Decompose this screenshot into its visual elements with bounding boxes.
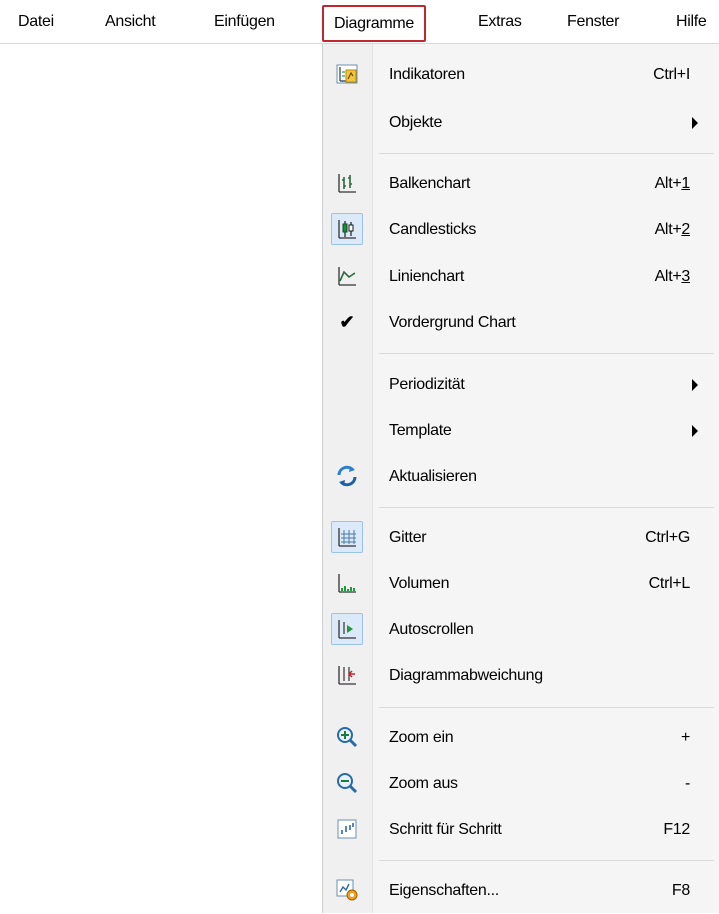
menu-item-shortcut: Alt+3 xyxy=(654,268,691,285)
zoom-out-icon xyxy=(331,767,363,799)
menu-item-label: Zoom aus xyxy=(389,775,458,792)
menu-separator xyxy=(379,860,714,861)
menu-ansicht[interactable]: Ansicht xyxy=(105,0,156,44)
menu-item-vordergrund-chart[interactable]: ✔ Vordergrund Chart xyxy=(323,300,719,346)
grid-icon xyxy=(331,521,363,553)
menu-item-label: Zoom ein xyxy=(389,729,454,746)
menu-item-label: Gitter xyxy=(389,529,427,546)
menu-item-label: Volumen xyxy=(389,575,450,592)
autoscroll-icon xyxy=(331,613,363,645)
menu-item-label: Schritt für Schritt xyxy=(389,821,502,838)
menu-item-shortcut: F12 xyxy=(663,821,690,838)
checkmark-icon: ✔ xyxy=(339,311,355,332)
refresh-icon xyxy=(331,460,363,492)
menu-item-label: Candlesticks xyxy=(389,221,477,238)
submenu-arrow-icon xyxy=(692,117,698,129)
menu-diagramme[interactable]: Diagramme xyxy=(322,5,426,42)
menu-item-shortcut: Alt+1 xyxy=(654,175,691,192)
menu-einfuegen[interactable]: Einfügen xyxy=(214,0,275,44)
candlesticks-icon xyxy=(331,213,363,245)
chart-shift-icon xyxy=(331,659,363,691)
menu-item-label: Diagrammabweichung xyxy=(389,667,543,684)
submenu-arrow-icon xyxy=(692,425,698,437)
menu-item-schritt-fuer-schritt[interactable]: Schritt für Schritt F12 xyxy=(323,807,719,853)
menu-item-shortcut: + xyxy=(680,729,690,746)
menu-item-label: Linienchart xyxy=(389,268,464,285)
menu-item-shortcut: Ctrl+G xyxy=(645,529,690,546)
menu-datei[interactable]: Datei xyxy=(18,0,54,44)
bar-chart-icon xyxy=(331,167,363,199)
menu-item-shortcut: Alt+2 xyxy=(654,221,691,238)
menu-extras[interactable]: Extras xyxy=(478,0,522,44)
menu-item-shortcut: F8 xyxy=(671,882,690,899)
menu-item-eigenschaften[interactable]: Eigenschaften... F8 xyxy=(323,868,719,914)
menu-item-candlesticks[interactable]: Candlesticks Alt+2 xyxy=(323,207,719,253)
menu-separator xyxy=(379,707,714,708)
menu-item-indikatoren[interactable]: Indikatoren Ctrl+I xyxy=(323,52,719,98)
step-by-step-icon xyxy=(331,813,363,845)
menu-item-balkenchart[interactable]: Balkenchart Alt+1 xyxy=(323,161,719,207)
menu-item-linienchart[interactable]: Linienchart Alt+3 xyxy=(323,254,719,300)
menu-item-label: Template xyxy=(389,422,452,439)
menu-fenster[interactable]: Fenster xyxy=(567,0,619,44)
menu-item-gitter[interactable]: Gitter Ctrl+G xyxy=(323,515,719,561)
menu-item-diagrammabweichung[interactable]: Diagrammabweichung xyxy=(323,653,719,699)
menu-hilfe[interactable]: Hilfe xyxy=(676,0,707,44)
menu-item-zoom-aus[interactable]: Zoom aus - xyxy=(323,761,719,807)
menu-item-volumen[interactable]: Volumen Ctrl+L xyxy=(323,561,719,607)
menu-item-autoscrollen[interactable]: Autoscrollen xyxy=(323,607,719,653)
menu-bar: Datei Ansicht Einfügen Diagramme Extras … xyxy=(0,0,719,44)
menu-separator xyxy=(379,353,714,354)
menu-item-label: Balkenchart xyxy=(389,175,471,192)
menu-item-label: Objekte xyxy=(389,114,443,131)
menu-item-label: Indikatoren xyxy=(389,66,465,83)
volume-icon xyxy=(331,567,363,599)
line-chart-icon xyxy=(331,260,363,292)
menu-item-label: Eigenschaften... xyxy=(389,882,499,899)
menu-item-objekte[interactable]: Objekte xyxy=(323,100,719,146)
menu-item-aktualisieren[interactable]: Aktualisieren xyxy=(323,454,719,500)
menu-item-label: Periodizität xyxy=(389,376,465,393)
zoom-in-icon xyxy=(331,721,363,753)
properties-icon xyxy=(331,874,363,906)
menu-item-periodizitaet[interactable]: Periodizität xyxy=(323,362,719,408)
menu-separator xyxy=(379,507,714,508)
menu-item-label: Autoscrollen xyxy=(389,621,474,638)
menu-item-label: Aktualisieren xyxy=(389,468,477,485)
menu-item-shortcut: - xyxy=(684,775,690,792)
menu-item-shortcut: Ctrl+I xyxy=(653,66,690,83)
submenu-arrow-icon xyxy=(692,379,698,391)
indicators-icon xyxy=(331,58,363,90)
diagramme-dropdown-menu: Indikatoren Ctrl+I Objekte Balkenchart A… xyxy=(322,44,719,913)
menu-item-shortcut: Ctrl+L xyxy=(648,575,691,592)
menu-item-template[interactable]: Template xyxy=(323,408,719,454)
menu-item-zoom-ein[interactable]: Zoom ein + xyxy=(323,715,719,761)
menu-item-label: Vordergrund Chart xyxy=(389,314,516,331)
menu-separator xyxy=(379,153,714,154)
